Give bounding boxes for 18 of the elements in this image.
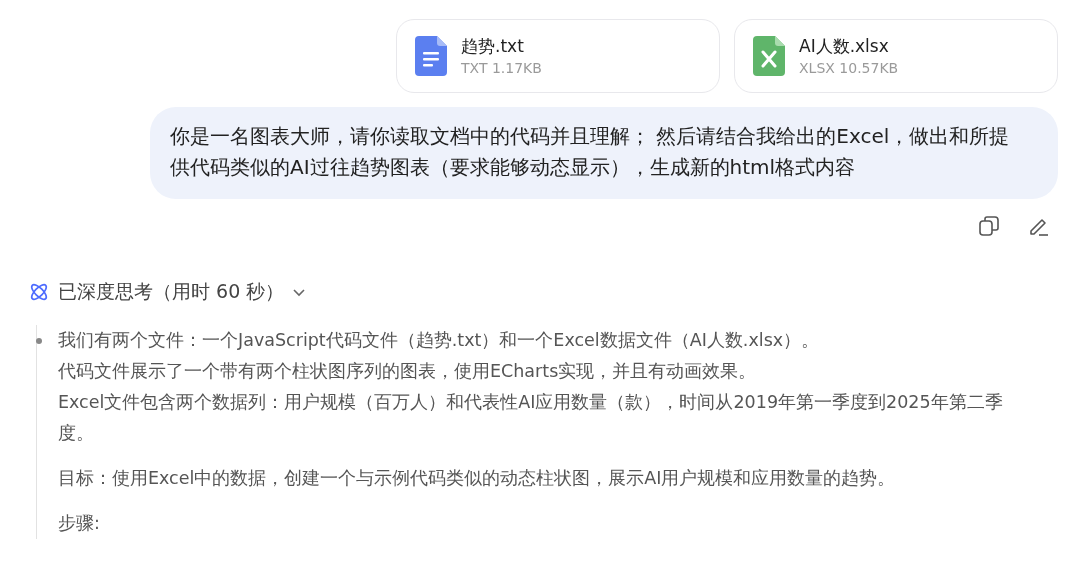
reasoning-text: 目标：使用Excel中的数据，创建一个与示例代码类似的动态柱状图，展示AI用户规模和应用数量的趋势。	[58, 468, 896, 488]
file-meta: TXT 1.17KB	[461, 59, 542, 78]
reasoning-text: Excel文件包含两个数据列：用户规模（百万人）和代表性AI应用数量（款），时间从2019年第一季度到2025年第二季度。	[58, 392, 1003, 443]
file-attachment-card[interactable]: AI人数.xlsx XLSX 10.57KB	[734, 19, 1058, 93]
document-icon	[415, 36, 447, 76]
reasoning-text: 代码文件展示了一个带有两个柱状图序列的图表，使用ECharts实现，并且有动画效果。	[58, 361, 757, 381]
reasoning-text: 步骤:	[58, 513, 100, 533]
user-message: 你是一名图表大师，请你读取文档中的代码并且理解； 然后请结合我给出的Excel，做出和所提供代码类似的AI过往趋势图表（要求能够动态显示），生成新的html格式内容	[150, 107, 1058, 199]
file-name: 趋势.txt	[461, 35, 525, 58]
spreadsheet-icon	[753, 36, 785, 76]
file-attachment-card[interactable]: 趋势.txt TXT 1.17KB	[396, 19, 720, 93]
file-meta: XLSX 10.57KB	[799, 59, 899, 78]
file-name: AI人数.xlsx	[799, 35, 890, 58]
copy-icon[interactable]	[978, 215, 1000, 237]
thinking-toggle[interactable]: 已深度思考（用时 60 秒）	[28, 279, 1080, 305]
bullet-dot	[36, 338, 42, 344]
atom-icon	[28, 281, 50, 303]
reasoning-text: 我们有两个文件：一个JavaScript代码文件（趋势.txt）和一个Excel数据文件（AI人数.xlsx）。	[58, 330, 820, 350]
